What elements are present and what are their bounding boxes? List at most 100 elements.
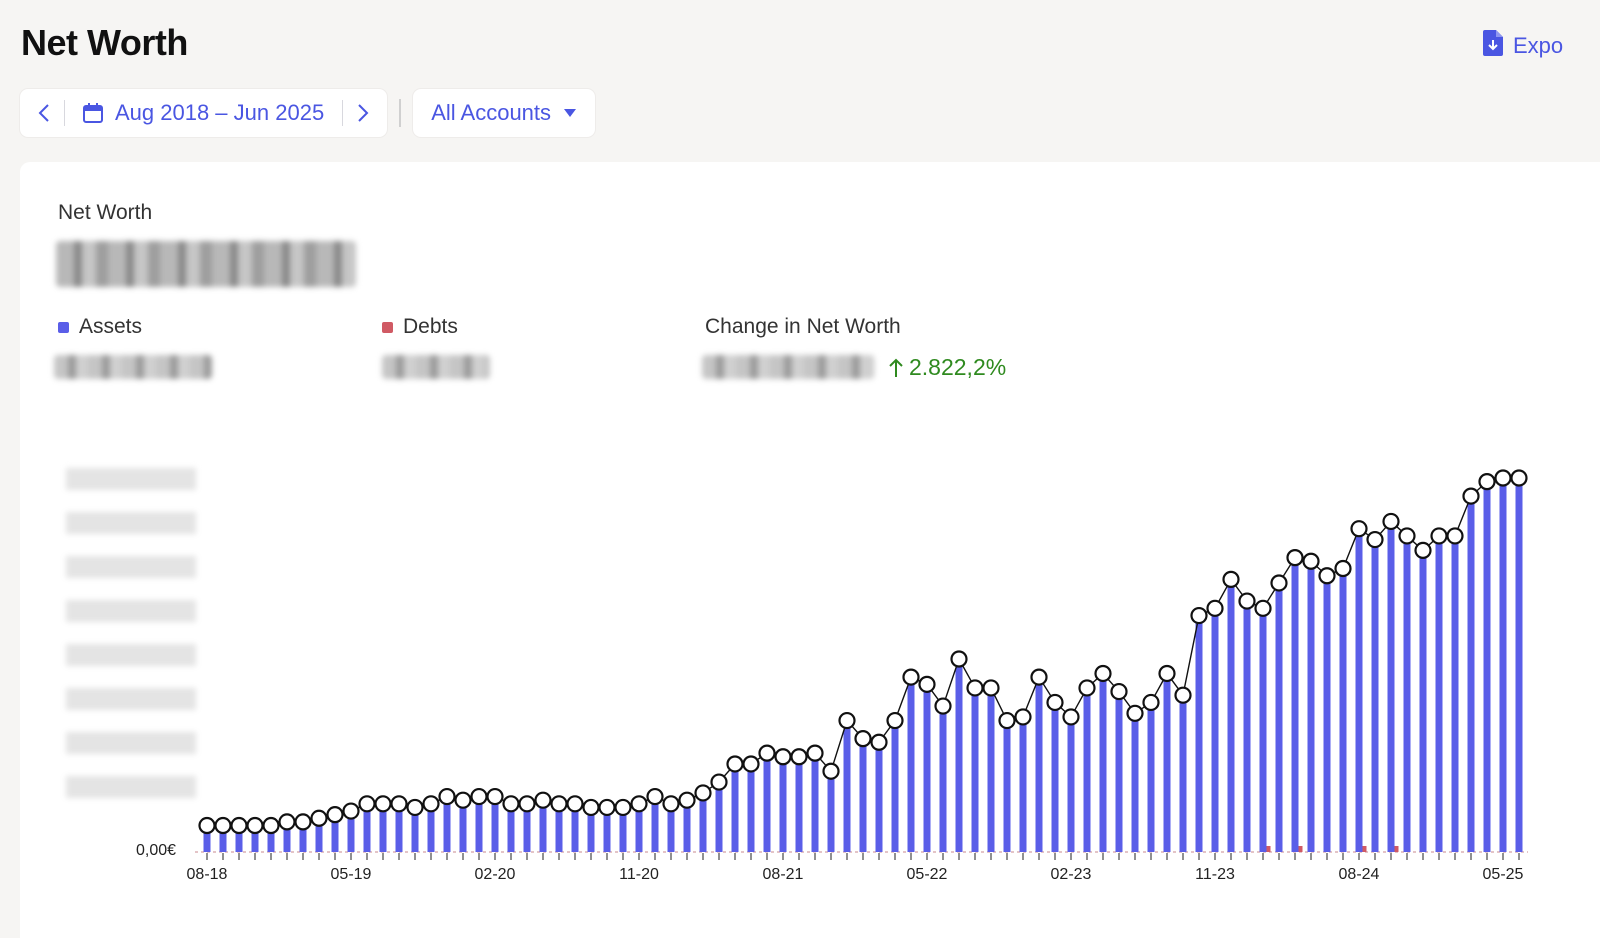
assets-bar <box>1419 550 1427 852</box>
net-worth-point <box>198 816 216 835</box>
net-worth-point <box>1382 512 1400 531</box>
net-worth-point <box>486 787 504 806</box>
assets-bar <box>1003 720 1011 852</box>
x-tick-label: 02-23 <box>1051 866 1092 883</box>
net-worth-point <box>1366 530 1384 549</box>
net-worth-point <box>614 798 632 817</box>
net-worth-point <box>1062 708 1080 726</box>
net-worth-point <box>1302 552 1320 570</box>
net-worth-point <box>454 791 472 809</box>
net-worth-point <box>1318 567 1336 585</box>
net-worth-point <box>1030 668 1048 686</box>
net-worth-point <box>982 679 1000 697</box>
net-worth-point <box>1254 599 1272 617</box>
assets-bar <box>1115 691 1123 852</box>
net-worth-point <box>918 675 936 693</box>
net-worth-point <box>838 711 856 730</box>
assets-bar <box>1163 673 1171 852</box>
net-worth-point <box>550 795 568 813</box>
net-worth-point <box>646 787 664 806</box>
assets-bar <box>811 753 819 852</box>
x-tick-label: 11-20 <box>619 866 659 883</box>
net-worth-point <box>726 755 744 773</box>
net-worth-point <box>678 791 696 809</box>
assets-bar <box>939 706 947 852</box>
assets-bar <box>1147 702 1155 852</box>
net-worth-point <box>342 802 360 820</box>
net-worth-point <box>1510 469 1528 487</box>
assets-bar <box>1339 568 1347 852</box>
assets-bar <box>715 782 723 852</box>
x-tick-label: 08-21 <box>763 866 804 883</box>
assets-bar <box>1227 579 1235 852</box>
assets-bar <box>1323 575 1331 852</box>
net-worth-point <box>358 795 376 813</box>
assets-bar <box>1243 601 1251 852</box>
x-tick-label: 05-25 <box>1483 866 1524 883</box>
net-worth-point <box>1158 664 1176 683</box>
assets-bar <box>1019 716 1027 852</box>
assets-bar <box>1387 521 1395 852</box>
assets-bar <box>859 738 867 852</box>
assets-bar <box>763 753 771 852</box>
assets-bar <box>747 763 755 852</box>
net-worth-point <box>1094 664 1112 683</box>
net-worth-point <box>1110 682 1128 701</box>
net-worth-point <box>1238 592 1256 610</box>
assets-bar <box>699 792 707 852</box>
net-worth-point <box>1014 708 1032 726</box>
net-worth-point <box>278 813 296 831</box>
x-tick-label: 05-19 <box>331 866 372 883</box>
net-worth-point <box>598 798 616 817</box>
net-worth-point <box>1462 487 1480 505</box>
net-worth-point <box>470 787 488 806</box>
net-worth-point <box>1478 473 1496 491</box>
assets-bar <box>779 756 787 852</box>
assets-bar <box>1515 478 1523 852</box>
net-worth-point <box>1286 549 1304 567</box>
assets-bar <box>1131 713 1139 852</box>
net-worth-point <box>294 813 312 831</box>
assets-bar <box>1467 496 1475 852</box>
net-worth-point <box>582 798 600 817</box>
debts-bar <box>1362 846 1367 852</box>
net-worth-point <box>1446 527 1464 545</box>
assets-bar <box>731 763 739 852</box>
debts-bar <box>1266 846 1271 852</box>
net-worth-point <box>710 773 728 791</box>
assets-bar <box>1051 702 1059 852</box>
net-worth-point <box>1206 599 1224 617</box>
assets-bar <box>955 659 963 852</box>
net-worth-point <box>390 795 408 813</box>
assets-bar <box>875 742 883 852</box>
net-worth-point <box>822 762 840 780</box>
net-worth-point <box>518 795 536 813</box>
assets-bar <box>1211 608 1219 852</box>
net-worth-point <box>422 795 440 813</box>
x-tick-label: 11-23 <box>1195 866 1235 883</box>
net-worth-point <box>214 816 232 835</box>
x-tick-label: 02-20 <box>475 866 516 883</box>
net-worth-point <box>742 755 760 773</box>
assets-bar <box>1499 478 1507 852</box>
net-worth-point <box>374 795 392 813</box>
assets-bar <box>1403 535 1411 852</box>
net-worth-point <box>1494 469 1512 487</box>
assets-bar <box>1259 608 1267 852</box>
net-worth-point <box>1078 679 1096 697</box>
assets-bar <box>1099 673 1107 852</box>
net-worth-point <box>902 668 920 686</box>
assets-bar <box>1179 695 1187 852</box>
net-worth-point <box>326 806 344 824</box>
assets-bar <box>1435 535 1443 852</box>
net-worth-point <box>1126 704 1144 722</box>
net-worth-point <box>774 748 792 766</box>
net-worth-point <box>950 650 968 668</box>
net-worth-point <box>1190 606 1208 625</box>
assets-bar <box>1195 615 1203 852</box>
x-tick-label: 05-22 <box>907 866 948 883</box>
net-worth-point <box>262 816 280 835</box>
net-worth-point <box>630 795 648 813</box>
assets-bar <box>1451 535 1459 852</box>
net-worth-point <box>310 809 328 827</box>
